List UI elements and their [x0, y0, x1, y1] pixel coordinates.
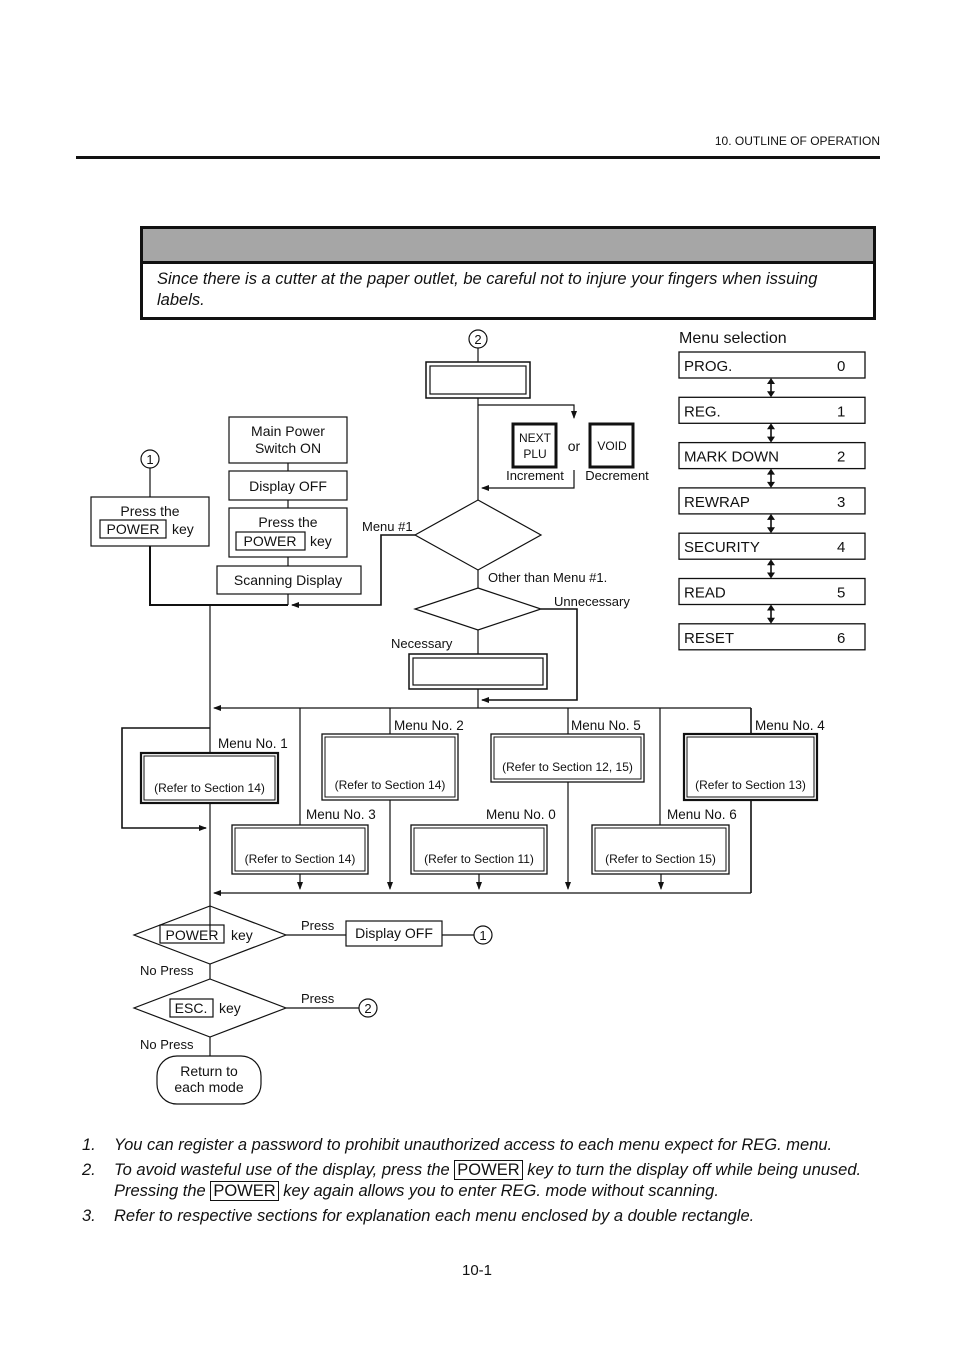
menu-ref: (Refer to Section 13): [695, 778, 806, 792]
password-box: [408, 653, 548, 690]
menu-ref: (Refer to Section 14): [245, 852, 356, 866]
press-the-left-label: Press the: [120, 503, 179, 519]
main-power-line2: Switch ON: [255, 440, 321, 456]
menu-selection-num: 5: [837, 585, 845, 602]
power-key-inline: POWER: [454, 1160, 523, 1180]
display-off-label: Display OFF: [249, 478, 327, 494]
menu-ref: (Refer to Section 15): [605, 852, 716, 866]
menu-selection-name: RESET: [684, 630, 734, 647]
other-than-menu1-label: Other than Menu #1.: [488, 570, 607, 585]
menu-selection-num: 6: [837, 630, 845, 647]
menu-ref: (Refer to Section 12, 15): [502, 760, 633, 774]
menu-selection-name: REG.: [684, 403, 721, 420]
connector-1-bottom-label: 1: [479, 928, 486, 943]
note-2: 2. To avoid wasteful use of the display,…: [82, 1160, 862, 1201]
page-number: 10-1: [461, 1262, 493, 1279]
menu-box: [490, 733, 645, 783]
menu-label: Menu No. 6: [667, 807, 737, 822]
power-key-decision-label: POWER: [166, 927, 219, 943]
menu-label: Menu No. 2: [394, 718, 464, 733]
menu-selection-name: MARK DOWN: [684, 449, 779, 466]
power-key-left-label: POWER: [107, 521, 160, 537]
key-label: key: [310, 533, 332, 549]
power-key-inline-2: POWER: [210, 1181, 279, 1201]
menu-ref: (Refer to Section 11): [424, 852, 534, 866]
menu-label: Menu No. 5: [571, 718, 641, 733]
menu-box: [410, 824, 548, 875]
return-to-line1: Return to: [180, 1063, 238, 1079]
main-power-line1: Main Power: [251, 423, 325, 439]
void-label: VOID: [597, 439, 627, 453]
menu-selection-name: PROG.: [684, 358, 732, 375]
menu-selection-num: 3: [837, 494, 845, 511]
menu-box: [231, 824, 369, 875]
increment-label: Increment: [506, 468, 564, 483]
necessary-label: Necessary: [391, 636, 453, 651]
menu-display-box: [425, 361, 531, 399]
connector-1-label: 1: [146, 452, 153, 467]
press-label-2: Press: [301, 991, 335, 1006]
key-left-label: key: [172, 521, 194, 537]
plu-label: PLU: [523, 447, 546, 461]
press-the-label: Press the: [258, 514, 317, 530]
menu-selection-num: 0: [837, 358, 845, 375]
connector-2-label: 2: [474, 332, 481, 347]
return-to-line2: each mode: [174, 1079, 243, 1095]
menu1-branch-label: Menu #1: [362, 519, 413, 534]
unnecessary-label: Unnecessary: [554, 594, 630, 609]
or-label: or: [568, 438, 581, 454]
menu-label: Menu No. 1: [218, 736, 288, 751]
menu-selection-num: 2: [837, 449, 845, 466]
menu-selection-title: Menu selection: [679, 330, 787, 347]
display-off-bottom-label: Display OFF: [355, 925, 433, 941]
menu-ref: (Refer to Section 14): [335, 778, 446, 792]
power-key-label: POWER: [244, 533, 297, 549]
menu-selection-num: 1: [837, 403, 845, 420]
esc-key-label: ESC.: [175, 1000, 208, 1016]
menu-label: Menu No. 0: [486, 807, 556, 822]
scanning-display-label: Scanning Display: [234, 572, 342, 588]
no-press-label-1: No Press: [140, 963, 194, 978]
decrement-label: Decrement: [585, 468, 649, 483]
esc-key-decision: [132, 978, 288, 1038]
menu-label: Menu No. 3: [306, 807, 376, 822]
press-label-1: Press: [301, 918, 335, 933]
menu-box: [139, 751, 280, 805]
notes-list: 1. You can register a password to prohib…: [82, 1135, 882, 1231]
menu-box: [591, 824, 730, 875]
menu-ref: (Refer to Section 14): [154, 781, 265, 795]
menu-selection-num: 4: [837, 539, 845, 556]
note-1: 1. You can register a password to prohib…: [82, 1136, 833, 1154]
menu-selection-name: READ: [684, 585, 726, 602]
connector-2-bottom-label: 2: [364, 1001, 371, 1016]
menu-selection-name: REWRAP: [684, 494, 750, 511]
next-label: NEXT: [519, 431, 552, 445]
note-3: 3. Refer to respective sections for expl…: [82, 1207, 755, 1225]
esc-key-decision-key: key: [219, 1000, 241, 1016]
necessary-decision: [413, 587, 543, 631]
menu1-decision: [413, 499, 543, 571]
power-key-decision-key: key: [231, 927, 253, 943]
menu-label: Menu No. 4: [755, 718, 825, 733]
no-press-label-2: No Press: [140, 1037, 194, 1052]
menu-selection-name: SECURITY: [684, 539, 760, 556]
